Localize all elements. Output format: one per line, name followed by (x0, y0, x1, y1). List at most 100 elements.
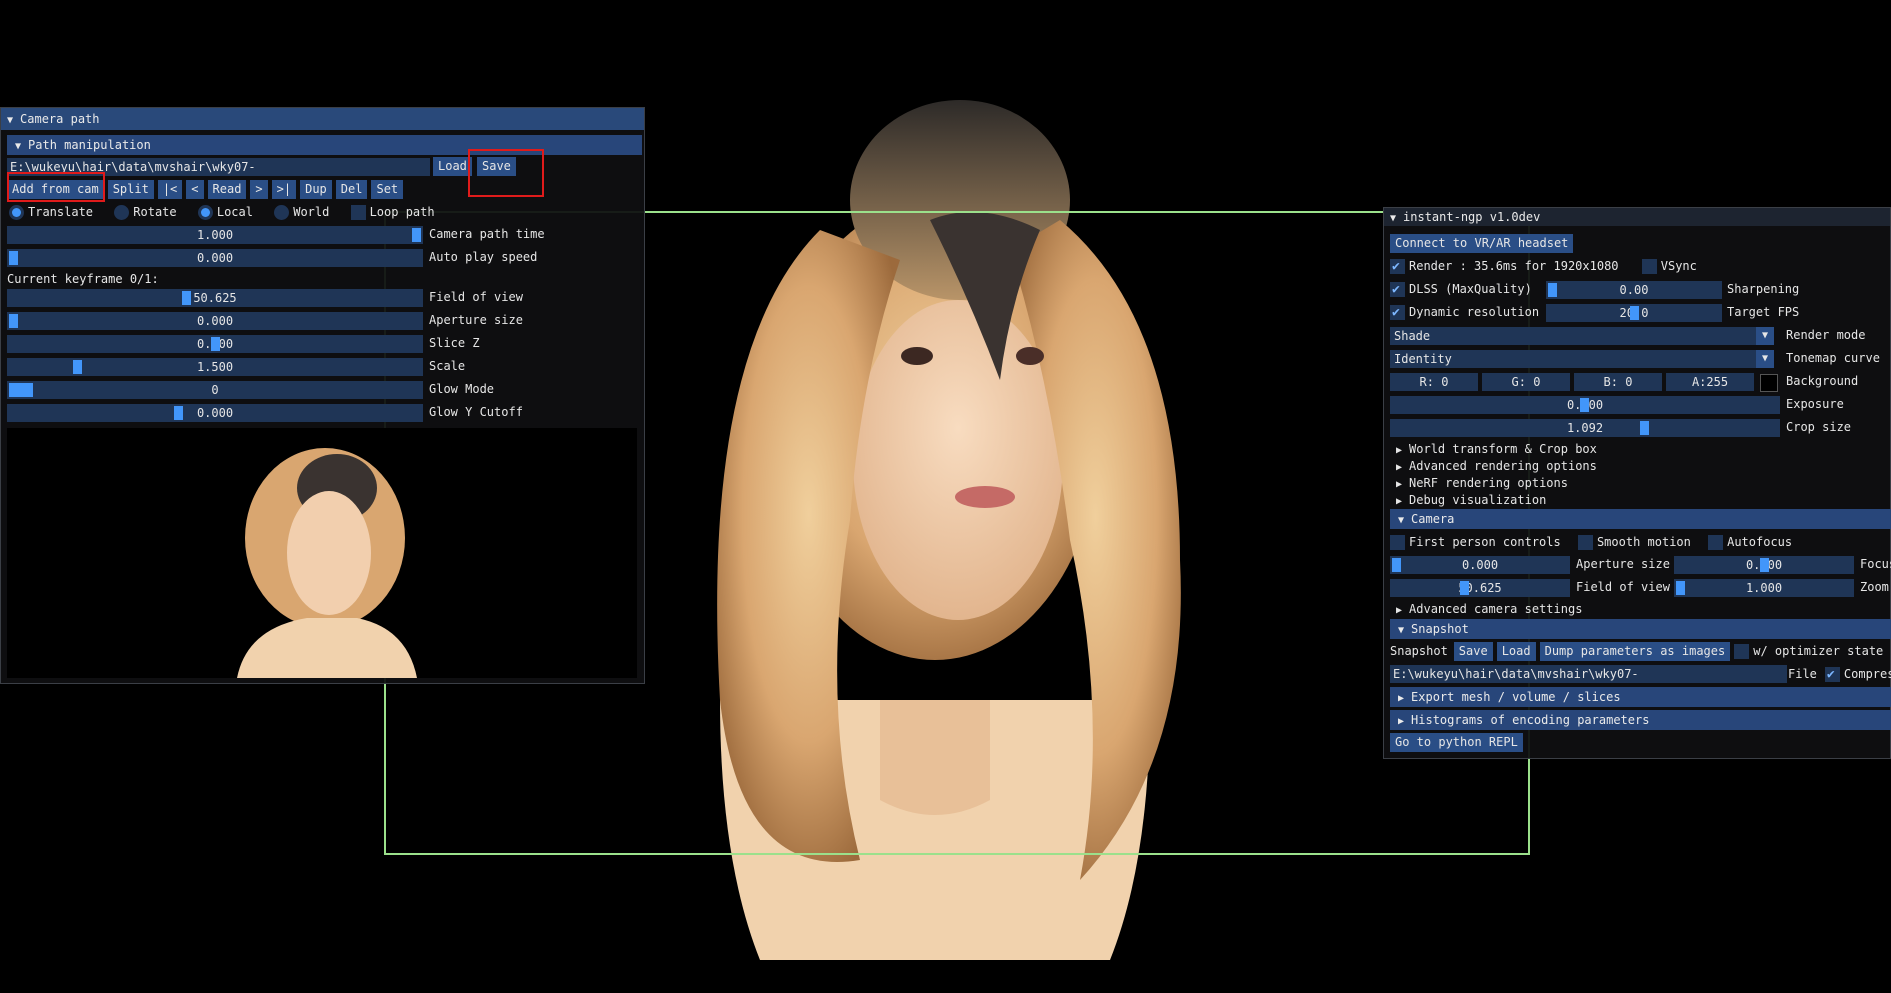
glow-mode-slider[interactable]: 0 (7, 381, 423, 399)
smooth-motion-label: Smooth motion (1596, 535, 1691, 549)
smooth-motion-checkbox[interactable] (1577, 535, 1593, 550)
slider-grab[interactable] (1760, 558, 1769, 572)
loop-path-checkbox[interactable] (350, 205, 366, 220)
bg-a-field[interactable]: A:255 (1666, 373, 1754, 391)
slider-grab[interactable] (9, 383, 33, 397)
slider-grab[interactable] (1392, 558, 1401, 572)
slider-grab[interactable] (1640, 421, 1649, 435)
collapse-triangle-icon[interactable]: ▼ (1390, 210, 1396, 228)
fov-slider[interactable]: 50.625 (1390, 579, 1570, 597)
read-button[interactable]: Read (207, 180, 247, 199)
slice-z-slider[interactable]: 0.000 (7, 335, 423, 353)
tree-debug-visualization[interactable]: ▶ Debug visualization (1396, 491, 1546, 510)
exposure-slider[interactable]: 0.000 (1390, 396, 1780, 414)
snapshot-load-button[interactable]: Load (1496, 642, 1536, 661)
slider-grab[interactable] (9, 251, 18, 265)
aperture-size-slider[interactable]: 0.000 (7, 312, 423, 330)
crop-size-value: 1.092 (1566, 421, 1604, 435)
connect-vr-button[interactable]: Connect to VR/AR headset (1390, 234, 1574, 253)
export-mesh-header[interactable]: ▶ Export mesh / volume / slices (1390, 687, 1891, 707)
split-button[interactable]: Split (107, 180, 154, 199)
autofocus-label: Autofocus (1727, 535, 1793, 549)
auto-play-speed-slider[interactable]: 0.000 (7, 249, 423, 267)
slider-grab[interactable] (211, 337, 220, 351)
collapse-triangle-icon[interactable]: ▼ (7, 110, 13, 132)
slice-z-label: Slice Z (429, 336, 480, 350)
field-of-view-value: 50.625 (193, 291, 237, 305)
dynamic-resolution-checkbox[interactable] (1390, 303, 1405, 322)
camera-path-titlebar[interactable]: ▼ Camera path (1, 108, 644, 130)
render-mode-combo[interactable]: Shade ▼ (1390, 327, 1774, 345)
scale-slider[interactable]: 1.500 (7, 358, 423, 376)
set-button[interactable]: Set (371, 180, 404, 199)
python-repl-button[interactable]: Go to python REPL (1390, 733, 1523, 752)
crop-size-slider[interactable]: 1.092 (1390, 419, 1780, 437)
slider-grab[interactable] (412, 228, 421, 242)
collapse-triangle-icon: ▼ (1398, 625, 1405, 636)
optimizer-state-checkbox[interactable] (1734, 644, 1750, 659)
last-keyframe-button[interactable]: >| (271, 180, 297, 199)
zoom-value: 1.000 (1745, 581, 1783, 595)
glow-y-cutoff-label: Glow Y Cutoff (429, 405, 523, 419)
instant-ngp-window: ▼ instant-ngp v1.0dev Connect to VR/AR he… (1383, 207, 1891, 759)
dup-button[interactable]: Dup (300, 180, 332, 199)
world-radio[interactable] (274, 205, 290, 220)
path-manipulation-header[interactable]: ▼ Path manipulation (7, 135, 642, 155)
sharpening-slider[interactable]: 0.00 (1546, 281, 1722, 299)
highlight-add-from-cam (7, 172, 105, 202)
caret-right-icon: ▶ (1398, 716, 1405, 727)
slider-grab[interactable] (73, 360, 82, 374)
rotate-radio[interactable] (114, 205, 130, 220)
snapshot-header[interactable]: ▼ Snapshot (1390, 619, 1891, 639)
tree-advanced-camera[interactable]: ▶ Advanced camera settings (1396, 600, 1582, 619)
focus-slider[interactable]: 0.000 (1674, 556, 1854, 574)
first-person-checkbox[interactable] (1390, 535, 1405, 550)
dynamic-resolution-label: Dynamic resolution (1409, 305, 1540, 319)
local-radio[interactable] (197, 205, 213, 220)
bg-b-field[interactable]: B: 0 (1574, 373, 1662, 391)
next-keyframe-button[interactable]: > (250, 180, 268, 199)
del-button[interactable]: Del (335, 180, 368, 199)
render-checkbox[interactable] (1390, 257, 1405, 276)
crop-size-label: Crop size (1786, 420, 1852, 434)
tonemap-combo[interactable]: Identity ▼ (1390, 350, 1774, 368)
camera-path-time-slider[interactable]: 1.000 (7, 226, 423, 244)
target-fps-slider[interactable]: 20.0 (1546, 304, 1722, 322)
camera-path-title: Camera path (20, 112, 100, 126)
histograms-header[interactable]: ▶ Histograms of encoding parameters (1390, 710, 1891, 730)
vsync-checkbox[interactable] (1641, 259, 1657, 274)
zoom-slider[interactable]: 1.000 (1674, 579, 1854, 597)
slider-grab[interactable] (174, 406, 183, 420)
field-of-view-slider[interactable]: 50.625 (7, 289, 423, 307)
slider-grab[interactable] (1630, 306, 1639, 320)
ngp-titlebar[interactable]: ▼ instant-ngp v1.0dev (1384, 208, 1890, 226)
snapshot-file-input[interactable]: E:\wukeyu\hair\data\mvshair\wky07-27\Rea… (1390, 665, 1787, 683)
snapshot-save-button[interactable]: Save (1453, 642, 1493, 661)
autofocus-checkbox[interactable] (1708, 535, 1724, 550)
bg-r-field[interactable]: R: 0 (1390, 373, 1478, 391)
bg-g-field[interactable]: G: 0 (1482, 373, 1570, 391)
load-path-button[interactable]: Load (433, 157, 472, 176)
first-keyframe-button[interactable]: |< (157, 180, 183, 199)
slider-grab[interactable] (1460, 581, 1469, 595)
translate-label: Translate (28, 205, 94, 219)
render-stats-label: Render : 35.6ms for 1920x1080 (1409, 259, 1619, 273)
prev-keyframe-button[interactable]: < (186, 180, 204, 199)
background-color-swatch[interactable] (1760, 374, 1778, 392)
dlss-checkbox[interactable] (1390, 280, 1405, 299)
glow-y-cutoff-slider[interactable]: 0.000 (7, 404, 423, 422)
slider-grab[interactable] (1580, 398, 1589, 412)
camera-header[interactable]: ▼ Camera (1390, 509, 1891, 529)
background-label: Background (1786, 374, 1859, 388)
slider-grab[interactable] (1548, 283, 1557, 297)
highlight-save (468, 149, 544, 197)
slider-grab[interactable] (1676, 581, 1685, 595)
slider-grab[interactable] (9, 314, 18, 328)
collapse-triangle-icon: ▼ (1398, 515, 1405, 526)
aperture-size-slider[interactable]: 0.000 (1390, 556, 1570, 574)
render-mode-value: Shade (1394, 329, 1431, 343)
translate-radio[interactable] (9, 205, 24, 220)
slider-grab[interactable] (182, 291, 191, 305)
compress-checkbox[interactable] (1824, 665, 1840, 684)
dump-parameters-button[interactable]: Dump parameters as images (1539, 642, 1731, 661)
